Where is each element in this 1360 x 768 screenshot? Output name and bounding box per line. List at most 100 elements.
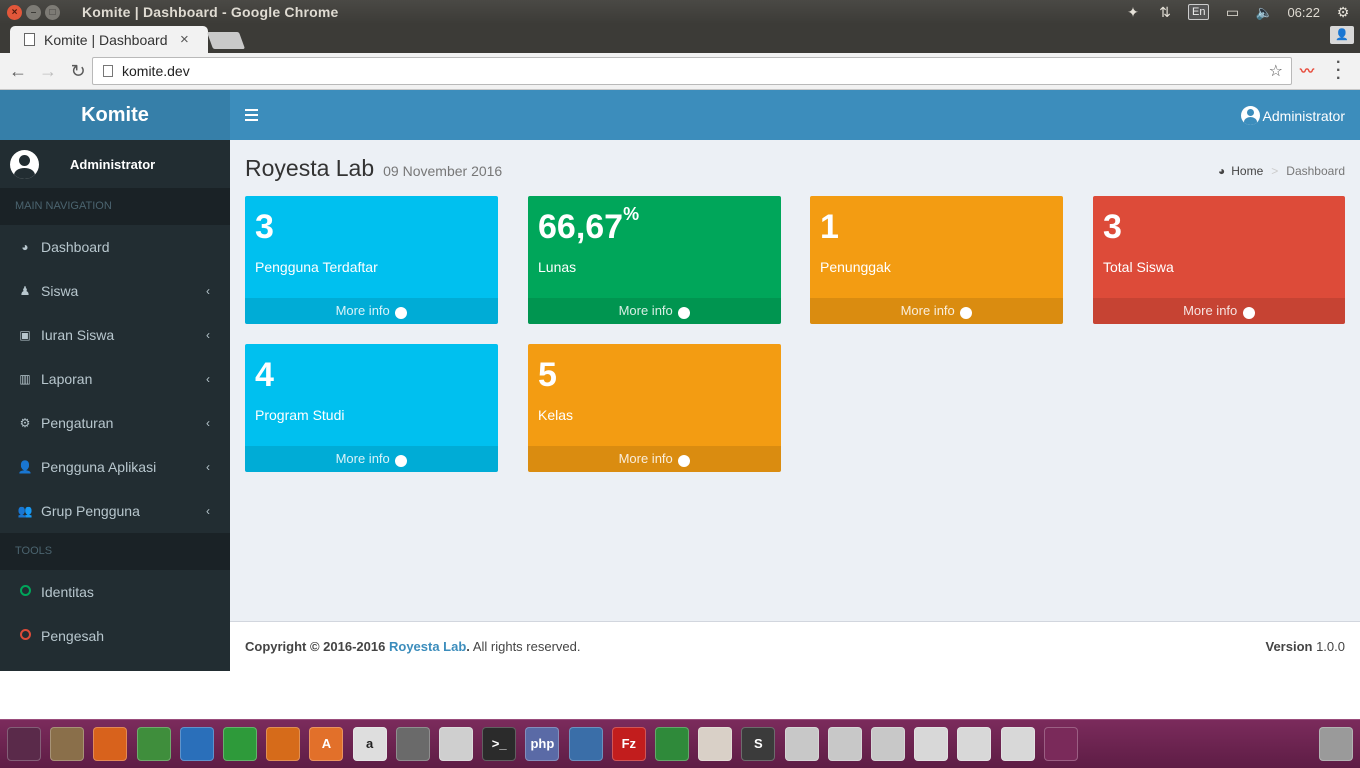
launcher-dock: Aa >_ php Fz S: [0, 719, 1360, 768]
drive-icon[interactable]: [827, 727, 862, 761]
sidebar-item-label: Identitas: [41, 584, 94, 600]
trash-icon[interactable]: [1319, 727, 1353, 761]
drive-icon[interactable]: [871, 727, 905, 761]
browser-tab[interactable]: Komite | Dashboard ×: [10, 26, 208, 53]
keyboard-layout-indicator[interactable]: En: [1187, 4, 1210, 20]
sidebar-item-laporan[interactable]: ▥ Laporan ‹: [0, 357, 230, 401]
usb-drive-icon[interactable]: [914, 727, 949, 761]
volume-icon[interactable]: 🔈: [1255, 4, 1273, 20]
more-info-label: More info: [618, 451, 673, 466]
window-minimize-button[interactable]: –: [26, 4, 41, 20]
sidebar-item-dashboard[interactable]: ◕ Dashboard: [0, 225, 230, 269]
chrome-menu-icon[interactable]: · · ·: [1336, 55, 1341, 87]
impress-icon[interactable]: [266, 727, 301, 761]
sidebar-item-siswa[interactable]: ♟ Siswa ‹: [0, 269, 230, 313]
usb-drive-icon[interactable]: [1000, 727, 1035, 761]
chrome-icon[interactable]: [136, 727, 171, 761]
logo[interactable]: Komite: [0, 90, 230, 140]
page-title: Royesta Lab: [245, 155, 375, 181]
terminal-icon[interactable]: >_: [482, 727, 517, 761]
page-icon: [24, 33, 35, 46]
virtualbox-icon[interactable]: [568, 727, 603, 761]
arrow-circle-right-icon: ➜: [395, 307, 408, 319]
battery-icon[interactable]: ▭: [1223, 4, 1241, 20]
download-manager-icon[interactable]: [655, 727, 689, 761]
workspace-switcher-icon[interactable]: [1043, 727, 1078, 761]
bookmark-star-icon[interactable]: ☆: [1269, 61, 1283, 81]
sidebar-item-label: Pengesah: [41, 628, 105, 644]
rights-text: All rights reserved.: [472, 639, 581, 654]
sidebar-item-pengaturan[interactable]: ⚙ Pengaturan ‹: [0, 401, 230, 445]
org-link[interactable]: Royesta Lab: [389, 639, 466, 654]
more-info-link[interactable]: More info ➜: [245, 298, 498, 324]
stat-value: 3: [1103, 208, 1122, 246]
bar-chart-icon: ▥: [19, 372, 31, 386]
sublime-icon[interactable]: S: [741, 727, 776, 761]
filezilla-icon[interactable]: Fz: [611, 727, 646, 761]
window-maximize-button[interactable]: □: [45, 4, 60, 20]
new-tab-button[interactable]: [206, 32, 246, 49]
settings-gear-icon[interactable]: ⚙: [1334, 4, 1352, 20]
more-info-link[interactable]: More info ➜: [1093, 298, 1345, 324]
ubuntu-logo-icon[interactable]: [7, 727, 41, 761]
student-icon: ♟: [19, 284, 31, 298]
user-menu[interactable]: Administrator: [1240, 106, 1345, 125]
sidebar-toggle-icon[interactable]: [245, 109, 258, 124]
stat-label: Kelas: [538, 407, 574, 423]
dropbox-icon[interactable]: ✦: [1124, 4, 1142, 20]
stat-label: Program Studi: [255, 407, 345, 423]
drive-icon[interactable]: [784, 727, 819, 761]
menu-header-tools: TOOLS: [0, 533, 230, 570]
chevron-left-icon: ‹: [206, 328, 210, 342]
chevron-left-icon: ‹: [206, 372, 210, 386]
sidebar-item-pengguna-aplikasi[interactable]: 👤 Pengguna Aplikasi ‹: [0, 445, 230, 489]
more-info-label: More info: [335, 303, 390, 318]
clock[interactable]: 06:22: [1287, 5, 1320, 20]
menu-header-main: MAIN NAVIGATION: [0, 188, 230, 225]
sidebar-item-grup-pengguna[interactable]: 👥 Grup Pengguna ‹: [0, 489, 230, 533]
stat-value: 1: [820, 208, 839, 246]
amazon-icon[interactable]: a: [352, 727, 387, 761]
more-info-link[interactable]: More info ➜: [245, 446, 498, 472]
extension-icon[interactable]: 〰: [1300, 61, 1314, 81]
browser-toolbar: ← → ↻ komite.dev ☆ 〰 · · ·: [0, 53, 1360, 90]
more-info-label: More info: [618, 303, 673, 318]
stat-label: Pengguna Terdaftar: [255, 259, 378, 275]
reload-icon[interactable]: ↻: [66, 59, 90, 83]
text-editor-icon[interactable]: [439, 727, 473, 761]
stat-value: 5: [538, 356, 557, 394]
top-user-name: Administrator: [1262, 107, 1345, 124]
calc-icon[interactable]: [223, 727, 257, 761]
more-info-link[interactable]: More info ➜: [528, 298, 781, 324]
more-info-link[interactable]: More info ➜: [528, 446, 781, 472]
sidebar-item-identitas[interactable]: Identitas: [0, 570, 230, 614]
writer-icon[interactable]: [179, 727, 214, 761]
tab-close-icon[interactable]: ×: [180, 31, 189, 48]
more-info-link[interactable]: More info ➜: [810, 298, 1063, 324]
back-arrow-icon[interactable]: ←: [6, 59, 30, 83]
network-icon[interactable]: ⇅: [1156, 4, 1174, 20]
sidebar-item-pengesah[interactable]: Pengesah: [0, 614, 230, 658]
profile-icon[interactable]: 👤: [1330, 26, 1354, 44]
system-tray: ✦ ⇅ En ▭ 🔈 06:22 ⚙: [1124, 4, 1352, 20]
forward-arrow-icon[interactable]: →: [36, 59, 60, 83]
breadcrumb-home-link[interactable]: Home: [1231, 164, 1263, 178]
sidebar-item-iuran-siswa[interactable]: ▣ Iuran Siswa ‹: [0, 313, 230, 357]
page-date: 09 November 2016: [383, 163, 503, 179]
browser-tab-strip: Komite | Dashboard × 👤: [0, 24, 1360, 53]
address-bar[interactable]: komite.dev ☆: [92, 57, 1292, 85]
mixer-icon[interactable]: [698, 727, 733, 761]
php-icon[interactable]: php: [525, 727, 560, 761]
circle-icon: [17, 585, 33, 599]
chevron-left-icon: ‹: [206, 284, 210, 298]
usb-drive-icon[interactable]: [957, 727, 992, 761]
files-icon[interactable]: [50, 727, 85, 761]
firefox-icon[interactable]: [93, 727, 128, 761]
circle-icon: [17, 629, 33, 643]
admin-app: Komite Administrator MAIN NAVIGATION ◕ D…: [0, 90, 1360, 671]
sidebar-item-label: Dashboard: [41, 239, 110, 255]
chevron-left-icon: ‹: [206, 416, 210, 430]
calculator-icon[interactable]: [395, 727, 430, 761]
software-center-icon[interactable]: A: [309, 727, 344, 761]
window-close-button[interactable]: ×: [7, 4, 22, 20]
